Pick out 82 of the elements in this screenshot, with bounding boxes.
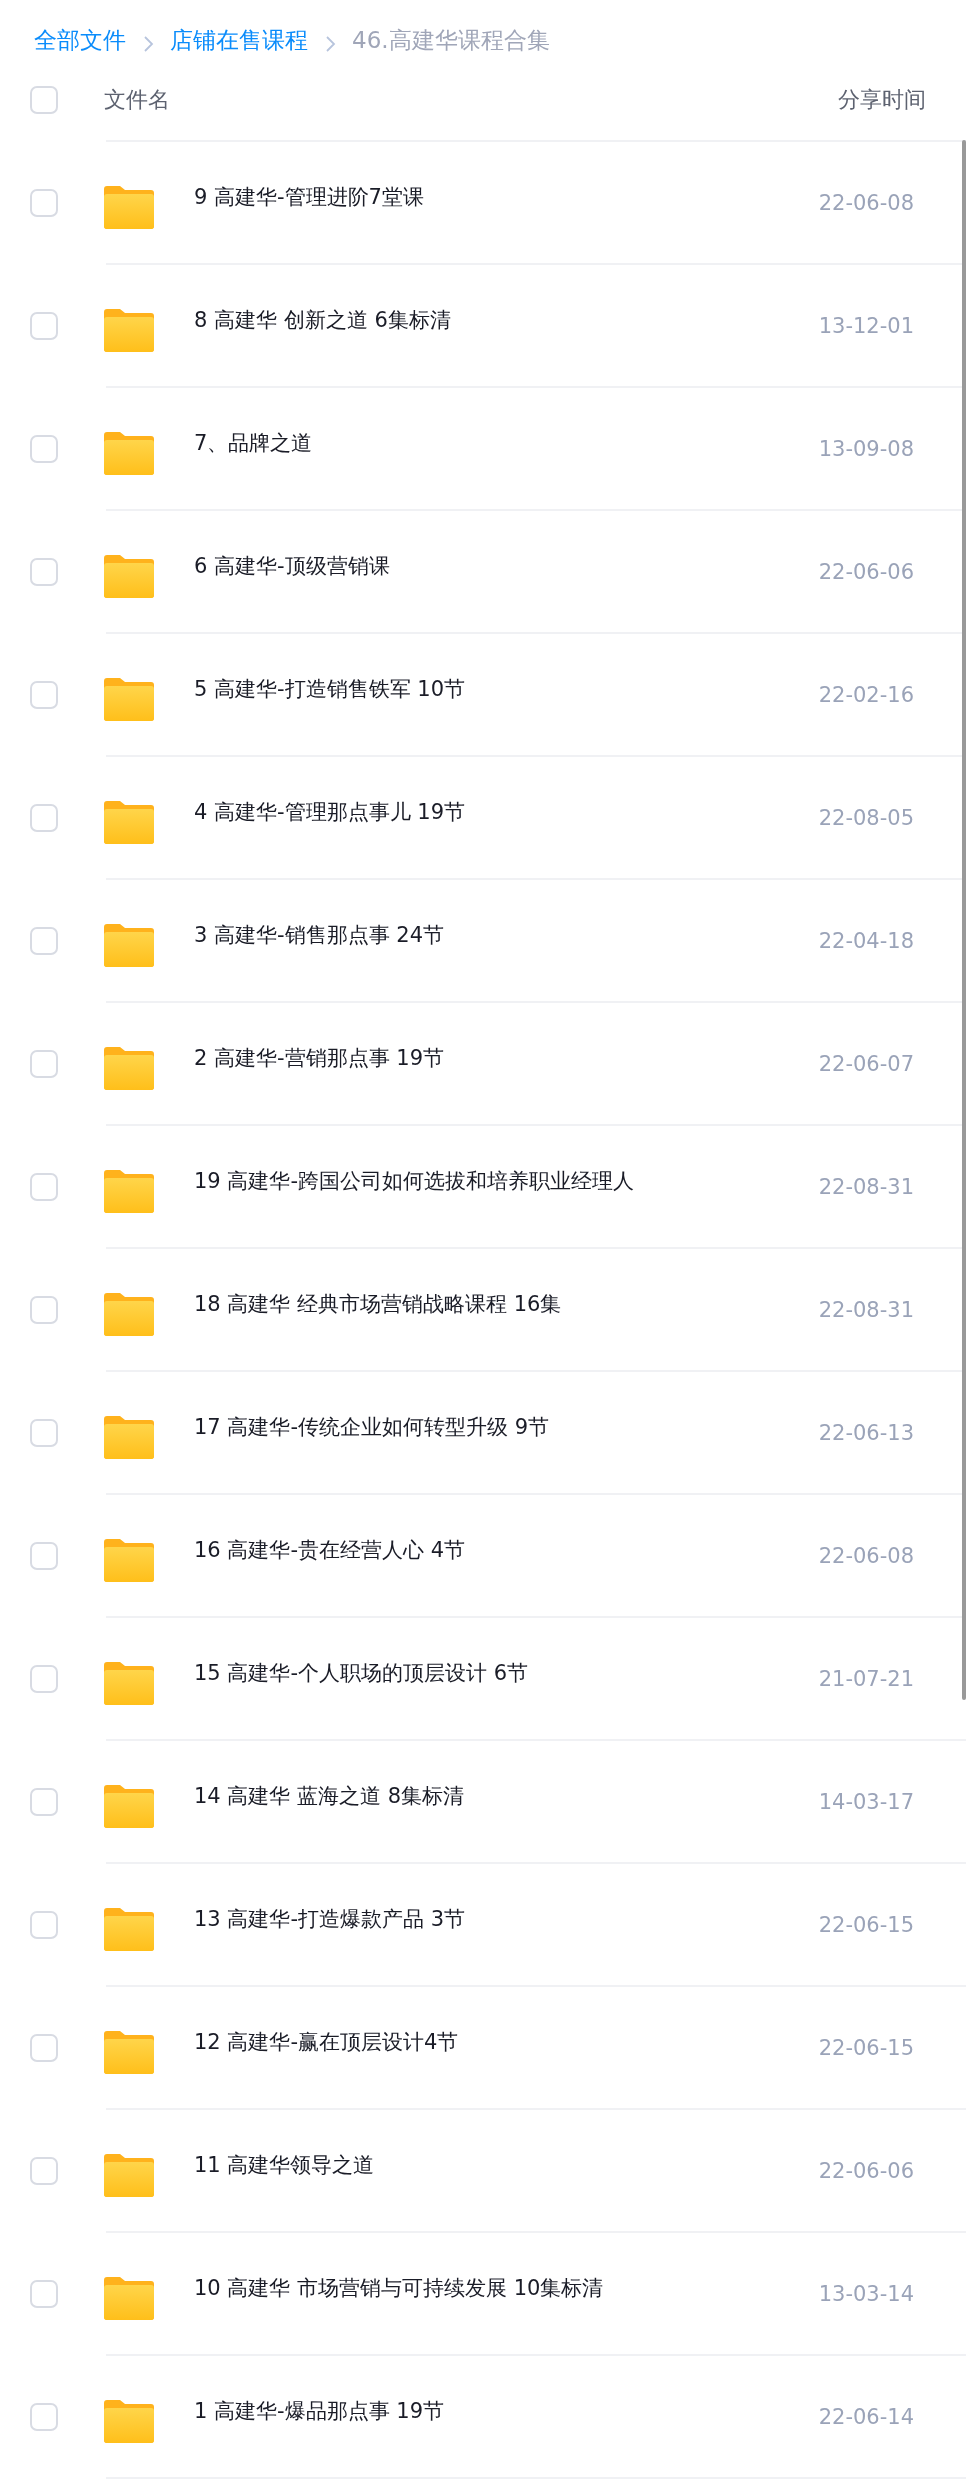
share-date: 22-06-15 bbox=[818, 2035, 914, 2060]
folder-name[interactable]: 1 高建华-爆品那点事 19节 bbox=[194, 2396, 819, 2425]
row-checkbox[interactable] bbox=[30, 1418, 58, 1447]
share-date: 13-12-01 bbox=[818, 313, 914, 338]
folder-icon bbox=[104, 922, 154, 967]
folder-icon bbox=[104, 430, 154, 475]
folder-icon bbox=[104, 1537, 154, 1582]
row-checkbox[interactable] bbox=[30, 2279, 58, 2308]
folder-icon bbox=[104, 1045, 154, 1090]
folder-icon bbox=[104, 184, 154, 229]
folder-name[interactable]: 12 高建华-赢在顶层设计4节 bbox=[194, 2027, 819, 2056]
share-date: 22-08-05 bbox=[818, 805, 914, 830]
folder-name[interactable]: 11 高建华领导之道 bbox=[194, 2150, 819, 2179]
row-checkbox[interactable] bbox=[30, 2156, 58, 2185]
folder-name[interactable]: 4 高建华-管理那点事儿 19节 bbox=[194, 797, 819, 826]
folder-name[interactable]: 2 高建华-营销那点事 19节 bbox=[194, 1043, 819, 1072]
folder-icon bbox=[104, 2275, 154, 2320]
select-all-checkbox[interactable] bbox=[30, 86, 58, 114]
row-checkbox[interactable] bbox=[30, 2033, 58, 2062]
share-date: 22-06-13 bbox=[818, 1420, 914, 1445]
folder-icon bbox=[104, 799, 154, 844]
folder-name[interactable]: 13 高建华-打造爆款产品 3节 bbox=[194, 1904, 819, 1933]
folder-name[interactable]: 10 高建华 市场营销与可持续发展 10集标清 bbox=[194, 2273, 819, 2302]
folder-icon bbox=[104, 1660, 154, 1705]
share-date: 22-06-08 bbox=[818, 1543, 914, 1568]
folder-icon bbox=[104, 2152, 154, 2197]
folder-icon bbox=[104, 2029, 154, 2074]
share-date: 13-03-14 bbox=[818, 2281, 914, 2306]
row-checkbox[interactable] bbox=[30, 1295, 58, 1324]
folder-name[interactable]: 9 高建华-管理进阶7堂课 bbox=[194, 182, 819, 211]
share-date: 22-06-15 bbox=[818, 1912, 914, 1937]
share-date: 22-06-07 bbox=[818, 1051, 914, 1076]
share-date: 22-06-14 bbox=[818, 2404, 914, 2429]
folder-name[interactable]: 16 高建华-贵在经营人心 4节 bbox=[194, 1535, 819, 1564]
folder-name[interactable]: 6 高建华-顶级营销课 bbox=[194, 551, 819, 580]
chevron-icon bbox=[324, 34, 336, 54]
share-date: 22-06-08 bbox=[818, 190, 914, 215]
row-checkbox[interactable] bbox=[30, 557, 58, 586]
folder-icon bbox=[104, 1168, 154, 1213]
row-checkbox[interactable] bbox=[30, 803, 58, 832]
row-checkbox[interactable] bbox=[30, 311, 58, 340]
share-date: 22-08-31 bbox=[818, 1297, 914, 1322]
folder-name[interactable]: 15 高建华-个人职场的顶层设计 6节 bbox=[194, 1658, 819, 1687]
folder-icon bbox=[104, 307, 154, 352]
folder-name[interactable]: 7、品牌之道 bbox=[194, 428, 819, 457]
share-date: 22-04-18 bbox=[818, 928, 914, 953]
row-checkbox[interactable] bbox=[30, 1910, 58, 1939]
row-checkbox[interactable] bbox=[30, 2402, 58, 2431]
row-checkbox[interactable] bbox=[30, 434, 58, 463]
row-checkbox[interactable] bbox=[30, 188, 58, 217]
folder-name[interactable]: 18 高建华 经典市场营销战略课程 16集 bbox=[194, 1289, 819, 1318]
share-date: 13-09-08 bbox=[818, 436, 914, 461]
column-header: 分享时间 bbox=[838, 86, 926, 114]
row-checkbox[interactable] bbox=[30, 1787, 58, 1816]
share-date: 22-06-06 bbox=[818, 559, 914, 584]
row-checkbox[interactable] bbox=[30, 1172, 58, 1201]
row-checkbox[interactable] bbox=[30, 1541, 58, 1570]
folder-icon bbox=[104, 1906, 154, 1951]
share-date: 22-06-06 bbox=[818, 2158, 914, 2183]
folder-icon bbox=[104, 1783, 154, 1828]
folder-name[interactable]: 5 高建华-打造销售铁军 10节 bbox=[194, 674, 819, 703]
folder-name[interactable]: 8 高建华 创新之道 6集标清 bbox=[194, 305, 819, 334]
row-checkbox[interactable] bbox=[30, 926, 58, 955]
folder-name[interactable]: 19 高建华-跨国公司如何选拔和培养职业经理人 bbox=[194, 1166, 819, 1195]
row-checkbox[interactable] bbox=[30, 1664, 58, 1693]
folder-icon bbox=[104, 553, 154, 598]
column-header: 文件名 bbox=[104, 86, 171, 114]
folder-name[interactable]: 14 高建华 蓝海之道 8集标清 bbox=[194, 1781, 819, 1810]
folder-icon bbox=[104, 1414, 154, 1459]
folder-name[interactable]: 17 高建华-传统企业如何转型升级 9节 bbox=[194, 1412, 819, 1441]
folder-icon bbox=[104, 2398, 154, 2443]
folder-name[interactable]: 3 高建华-销售那点事 24节 bbox=[194, 920, 819, 949]
row-checkbox[interactable] bbox=[30, 680, 58, 709]
share-date: 21-07-21 bbox=[818, 1666, 914, 1691]
folder-icon bbox=[104, 676, 154, 721]
share-date: 22-02-16 bbox=[818, 682, 914, 707]
share-date: 22-08-31 bbox=[818, 1174, 914, 1199]
folder-icon bbox=[104, 1291, 154, 1336]
scrollbar[interactable] bbox=[962, 140, 966, 1700]
share-date: 14-03-17 bbox=[818, 1789, 914, 1814]
chevron-icon bbox=[142, 34, 154, 54]
row-checkbox[interactable] bbox=[30, 1049, 58, 1078]
